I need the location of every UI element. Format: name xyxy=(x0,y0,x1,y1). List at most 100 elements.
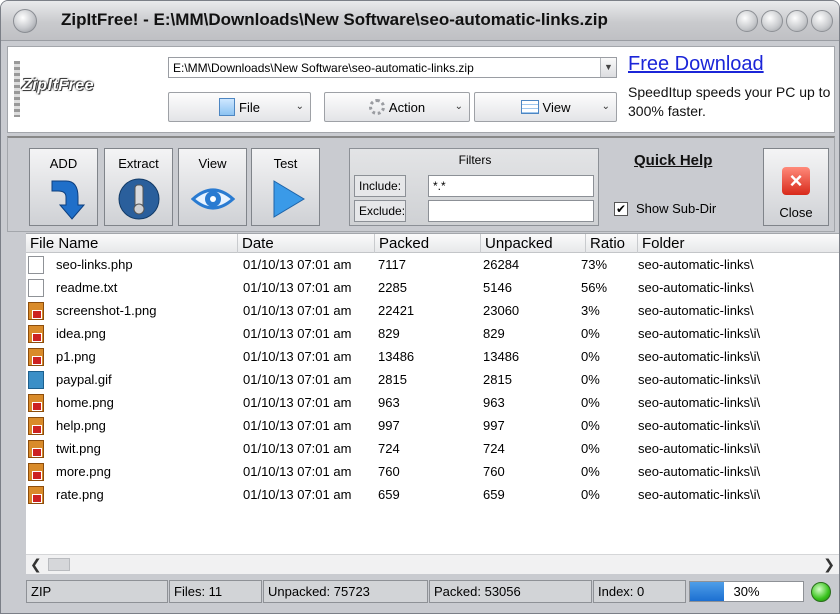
scroll-left-icon[interactable]: ❮ xyxy=(30,557,42,573)
view-menu-button[interactable]: View ⌄ xyxy=(474,92,617,122)
action-menu-label: Action xyxy=(388,99,426,115)
test-button[interactable]: Test xyxy=(251,148,320,226)
file-packed: 963 xyxy=(378,395,400,410)
chevron-down-icon[interactable]: ▼ xyxy=(600,58,616,77)
file-name: more.png xyxy=(56,464,111,479)
progress-bar: 30% xyxy=(689,581,804,602)
file-unpacked: 5146 xyxy=(483,280,512,295)
file-folder: seo-automatic-links\i\ xyxy=(638,326,761,341)
file-unpacked: 997 xyxy=(483,418,505,433)
table-row[interactable]: p1.png 01/10/13 07:01 am 13486 13486 0% seo-a… xyxy=(26,346,839,368)
file-date: 01/10/13 07:01 am xyxy=(243,487,352,502)
play-icon xyxy=(273,180,305,218)
file-date: 01/10/13 07:01 am xyxy=(243,464,352,479)
file-packed: 829 xyxy=(378,326,400,341)
top-bar: ZipItFree E:\MM\Downloads\New Software\s… xyxy=(7,46,835,133)
file-packed: 7117 xyxy=(378,257,406,272)
app-logo: ZipItFree xyxy=(10,57,160,117)
table-row[interactable]: readme.txt 01/10/13 07:01 am 2285 5146 56% se… xyxy=(26,277,839,299)
table-row[interactable]: seo-links.php 01/10/13 07:01 am 7117 26284 7… xyxy=(26,254,839,276)
file-ratio: 73% xyxy=(581,257,608,272)
action-menu-button[interactable]: Action ⌄ xyxy=(324,92,470,122)
column-header-file-name[interactable]: File Name xyxy=(26,234,238,253)
file-name: home.png xyxy=(56,395,114,410)
file-folder: seo-automatic-links\i\ xyxy=(638,441,761,456)
window-title: ZipItFree! - E:\MM\Downloads\New Softwar… xyxy=(61,10,608,29)
table-row[interactable]: twit.png 01/10/13 07:01 am 724 724 0% seo-aut… xyxy=(26,438,839,460)
file-date: 01/10/13 07:01 am xyxy=(243,418,352,433)
extract-zipper-icon xyxy=(118,178,159,220)
filters-title: Filters xyxy=(458,153,492,167)
column-header-date[interactable]: Date xyxy=(238,234,375,253)
file-ratio: 0% xyxy=(581,349,600,364)
show-subdir-checkbox[interactable]: ✔ xyxy=(614,202,628,216)
file-folder: seo-automatic-links\ xyxy=(638,280,754,295)
quick-help-link[interactable]: Quick Help xyxy=(634,152,712,169)
extract-button[interactable]: Extract xyxy=(104,148,173,226)
file-folder: seo-automatic-links\i\ xyxy=(638,372,761,387)
close-window-button[interactable] xyxy=(811,10,833,32)
title-bar[interactable]: ZipItFree! - E:\MM\Downloads\New Softwar… xyxy=(1,1,839,41)
ad-text: SpeedItup speeds your PC up to 300% fast… xyxy=(628,84,831,119)
column-header-unpacked[interactable]: Unpacked xyxy=(481,234,586,253)
table-row[interactable]: rate.png 01/10/13 07:01 am 659 659 0% seo-aut… xyxy=(26,484,839,506)
table-row[interactable]: paypal.gif 01/10/13 07:01 am 2815 2815 0% seo… xyxy=(26,369,839,391)
file-ratio: 0% xyxy=(581,464,600,479)
file-name: help.png xyxy=(56,418,106,433)
status-file-count: Files: 11 xyxy=(169,580,262,603)
status-packed: Packed: 53056 xyxy=(429,580,592,603)
view-button[interactable]: View xyxy=(178,148,247,226)
file-ratio: 56% xyxy=(581,280,608,295)
column-header-packed[interactable]: Packed xyxy=(375,234,481,253)
file-name: seo-links.php xyxy=(56,257,133,272)
table-row[interactable]: help.png 01/10/13 07:01 am 997 997 0% seo-aut… xyxy=(26,415,839,437)
close-button[interactable]: × Close xyxy=(763,148,829,226)
toolbar: ADD Extract View Test Filters Include: *… xyxy=(7,136,835,232)
file-ratio: 0% xyxy=(581,372,600,387)
column-header-ratio[interactable]: Ratio xyxy=(586,234,638,253)
file-packed: 724 xyxy=(378,441,400,456)
table-row[interactable]: more.png 01/10/13 07:01 am 760 760 0% seo-aut… xyxy=(26,461,839,483)
file-name: screenshot-1.png xyxy=(56,303,157,318)
png-icon xyxy=(28,463,44,481)
file-name: twit.png xyxy=(56,441,101,456)
restore-button[interactable] xyxy=(786,10,808,32)
app-window: ZipItFree! - E:\MM\Downloads\New Softwar… xyxy=(0,0,840,614)
add-button[interactable]: ADD xyxy=(29,148,98,226)
png-icon xyxy=(28,440,44,458)
file-ratio: 0% xyxy=(581,487,600,502)
column-header-folder[interactable]: Folder xyxy=(638,234,839,253)
free-download-link[interactable]: Free Download xyxy=(628,53,764,76)
file-unpacked: 829 xyxy=(483,326,505,341)
window-menu-icon[interactable] xyxy=(13,9,37,33)
scroll-thumb[interactable] xyxy=(48,558,70,571)
scroll-right-icon[interactable]: ❯ xyxy=(823,557,835,573)
status-bar: ZIP Files: 11 Unpacked: 75723 Packed: 53… xyxy=(26,579,839,605)
archive-path-select[interactable]: E:\MM\Downloads\New Software\seo-automat… xyxy=(168,57,617,78)
file-menu-button[interactable]: File ⌄ xyxy=(168,92,311,122)
minimize-button[interactable] xyxy=(736,10,758,32)
chevron-down-icon: ⌄ xyxy=(601,101,610,112)
table-row[interactable]: idea.png 01/10/13 07:01 am 829 829 0% seo-aut… xyxy=(26,323,839,345)
file-date: 01/10/13 07:01 am xyxy=(243,280,352,295)
table-row[interactable]: screenshot-1.png 01/10/13 07:01 am 22421 23… xyxy=(26,300,839,322)
include-input[interactable]: *.* xyxy=(428,175,594,197)
file-packed: 22421 xyxy=(378,303,415,318)
file-name: idea.png xyxy=(56,326,106,341)
file-unpacked: 13486 xyxy=(483,349,520,364)
file-folder: seo-automatic-links\ xyxy=(638,303,754,318)
file-list[interactable]: File Name Date Packed Unpacked Ratio Fol… xyxy=(26,233,839,573)
gear-icon xyxy=(368,99,385,115)
close-label: Close xyxy=(779,205,813,220)
file-date: 01/10/13 07:01 am xyxy=(243,303,352,318)
table-row[interactable]: home.png 01/10/13 07:01 am 963 963 0% seo-aut… xyxy=(26,392,839,414)
view-menu-label: View xyxy=(542,99,571,115)
horizontal-scrollbar[interactable]: ❮ ❯ xyxy=(26,554,839,574)
file-folder: seo-automatic-links\i\ xyxy=(638,487,761,502)
maximize-button[interactable] xyxy=(761,10,783,32)
file-list-header: File Name Date Packed Unpacked Ratio Fol… xyxy=(26,234,839,253)
status-led-icon xyxy=(811,582,831,602)
png-icon xyxy=(28,417,44,435)
file-ratio: 0% xyxy=(581,326,600,341)
exclude-input[interactable] xyxy=(428,200,594,222)
